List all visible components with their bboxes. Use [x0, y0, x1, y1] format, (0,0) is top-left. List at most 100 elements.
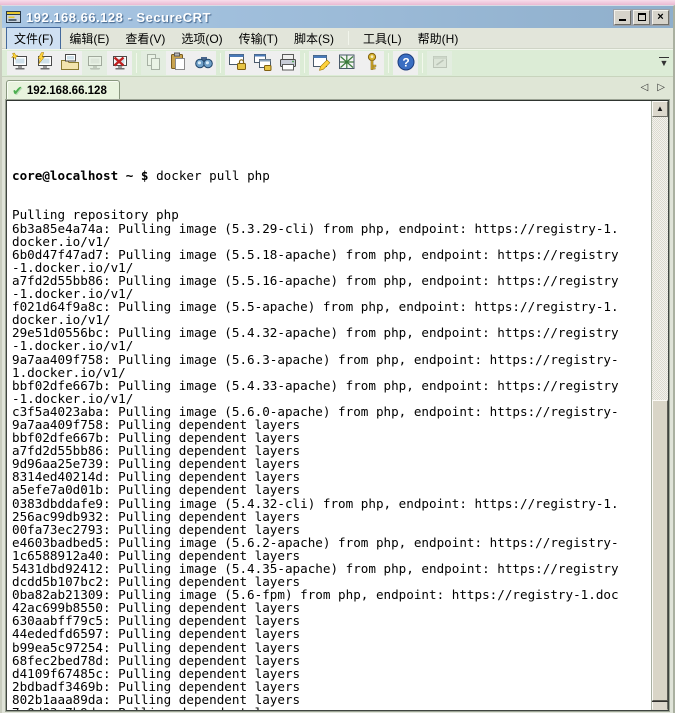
- print-icon: [278, 52, 298, 75]
- close-icon: ×: [657, 13, 663, 21]
- toolbar-divider: [220, 53, 221, 73]
- session-lock-button[interactable]: [225, 51, 250, 75]
- disconnect-icon: [110, 52, 130, 75]
- clone-session-button[interactable]: [250, 51, 275, 75]
- terminal-line: 6b0d47f47ad7: Pulling image (5.5.18-apac…: [12, 248, 651, 261]
- menu-item-0[interactable]: 文件(F): [6, 27, 61, 50]
- window-grayed-button: [427, 51, 452, 75]
- connect-in-tab-button[interactable]: [57, 51, 82, 75]
- menu-item-7[interactable]: 工具(L): [355, 27, 410, 50]
- terminal-line: 68fec2bed78d: Pulling dependent layers: [12, 654, 651, 667]
- key-agent-icon: [362, 52, 382, 75]
- terminal-line: 2bdbadf3469b: Pulling dependent layers: [12, 680, 651, 693]
- global-options-icon: [337, 52, 357, 75]
- help-icon: ?: [396, 52, 416, 75]
- terminal-line: 256ac99db932: Pulling dependent layers: [12, 510, 651, 523]
- terminal-scrollbar[interactable]: ▲: [651, 101, 668, 710]
- terminal-line: b99ea5c97254: Pulling dependent layers: [12, 641, 651, 654]
- terminal-line: -1.docker.io/v1/: [12, 261, 651, 274]
- disconnect-button[interactable]: [107, 51, 132, 75]
- terminal-line: d4109f67485c: Pulling dependent layers: [12, 667, 651, 680]
- copy-icon: [144, 52, 164, 75]
- connect-button[interactable]: [32, 51, 57, 75]
- new-session-button[interactable]: [7, 51, 32, 75]
- tabbar: ✔ 192.168.66.128 ◁ ▷: [2, 77, 673, 100]
- securecrt-window: 192.168.66.128 - SecureCRT × 文件(F)编辑(E)查…: [0, 5, 675, 713]
- paste-icon: [169, 52, 189, 75]
- minimize-icon: [619, 13, 626, 21]
- window-grayed-icon: [430, 52, 450, 75]
- shell-command: docker pull php: [156, 168, 270, 183]
- chevron-down-icon: ▼: [658, 60, 670, 67]
- connected-check-icon: ✔: [12, 84, 23, 97]
- tab-scroll-left-icon[interactable]: ◁: [641, 82, 649, 93]
- terminal-line: bbf02dfe667b: Pulling image (5.4.33-apac…: [12, 379, 651, 392]
- copy-button: [141, 51, 166, 75]
- svg-text:?: ?: [402, 55, 409, 69]
- key-agent-button[interactable]: [359, 51, 384, 75]
- toolbar-divider: [422, 53, 423, 73]
- terminal-prompt-line: core@localhost ~ $ docker pull php: [12, 169, 651, 182]
- toolbar-overflow-button[interactable]: ▼: [658, 57, 670, 67]
- securecrt-app-icon: [6, 9, 22, 25]
- tab-scroll-right-icon[interactable]: ▷: [657, 82, 665, 93]
- terminal-line: e4603badbed5: Pulling image (5.6.2-apach…: [12, 536, 651, 549]
- scroll-down-button[interactable]: [652, 700, 668, 710]
- new-session-icon: [10, 52, 30, 75]
- menubar: 文件(F)编辑(E)查看(V)选项(O)传输(T)脚本(S) 工具(L)帮助(H): [2, 28, 673, 49]
- scrollbar-track[interactable]: [652, 117, 668, 700]
- clone-session-icon: [253, 52, 273, 75]
- scroll-up-button[interactable]: ▲: [652, 101, 668, 117]
- menu-item-2[interactable]: 查看(V): [117, 27, 173, 50]
- session-options-icon: [312, 52, 332, 75]
- scrollbar-thumb[interactable]: [652, 400, 668, 701]
- terminal-line: -1.docker.io/v1/: [12, 339, 651, 352]
- terminal-line: 0383dbddafe9: Pulling image (5.4.32-cli)…: [12, 497, 651, 510]
- paste-button[interactable]: [166, 51, 191, 75]
- tab-scroll-arrows: ◁ ▷: [641, 82, 665, 93]
- terminal-line: c3f5a4023aba: Pulling image (5.6.0-apach…: [12, 405, 651, 418]
- screen: 192.168.66.128 - SecureCRT × 文件(F)编辑(E)查…: [0, 0, 675, 713]
- menu-item-4[interactable]: 传输(T): [231, 27, 286, 50]
- minimize-button[interactable]: [614, 10, 631, 25]
- shell-prompt: core@localhost ~ $: [12, 168, 148, 183]
- terminal-line: 00fa73ec2793: Pulling dependent layers: [12, 523, 651, 536]
- terminal-line: a5efe7a0d01b: Pulling dependent layers: [12, 483, 651, 496]
- connect-icon: [35, 52, 55, 75]
- menu-item-1[interactable]: 编辑(E): [61, 27, 117, 50]
- terminal[interactable]: core@localhost ~ $ docker pull php Pulli…: [6, 100, 669, 711]
- connect-in-tab-icon: [60, 52, 80, 75]
- find-icon: [194, 52, 214, 75]
- toolbar: ? ▼: [2, 49, 673, 77]
- close-button[interactable]: ×: [652, 10, 669, 25]
- terminal-line: 7a0d03c7b9dc: Pulling dependent layers: [12, 706, 651, 710]
- session-lock-icon: [228, 52, 248, 75]
- find-button[interactable]: [191, 51, 216, 75]
- session-tab[interactable]: ✔ 192.168.66.128: [6, 80, 120, 100]
- session-tab-label: 192.168.66.128: [27, 85, 107, 97]
- global-options-button[interactable]: [334, 51, 359, 75]
- window-controls: ×: [614, 10, 669, 25]
- maximize-button[interactable]: [633, 10, 650, 25]
- menu-item-5[interactable]: 脚本(S): [286, 27, 342, 50]
- menu-item-8[interactable]: 帮助(H): [410, 27, 467, 50]
- terminal-line: 9a7aa409f758: Pulling image (5.6.3-apach…: [12, 353, 651, 366]
- terminal-line: Pulling repository php: [12, 208, 651, 221]
- terminal-line: 44ededfd6597: Pulling dependent layers: [12, 627, 651, 640]
- terminal-output[interactable]: core@localhost ~ $ docker pull php Pulli…: [7, 101, 651, 710]
- reconnect-icon: [85, 52, 105, 75]
- terminal-line: docker.io/v1/: [12, 235, 651, 248]
- titlebar[interactable]: 192.168.66.128 - SecureCRT ×: [2, 6, 673, 28]
- toolbar-divider: [136, 53, 137, 73]
- maximize-icon: [638, 13, 646, 21]
- reconnect-button: [82, 51, 107, 75]
- terminal-line: 1.docker.io/v1/: [12, 366, 651, 379]
- window-title: 192.168.66.128 - SecureCRT: [26, 10, 614, 25]
- menu-divider: [348, 31, 349, 45]
- help-button[interactable]: ?: [393, 51, 418, 75]
- session-options-button[interactable]: [309, 51, 334, 75]
- menu-item-3[interactable]: 选项(O): [173, 27, 230, 50]
- terminal-line: 6b3a85e4a74a: Pulling image (5.3.29-cli)…: [12, 222, 651, 235]
- print-button[interactable]: [275, 51, 300, 75]
- terminal-line: -1.docker.io/v1/: [12, 392, 651, 405]
